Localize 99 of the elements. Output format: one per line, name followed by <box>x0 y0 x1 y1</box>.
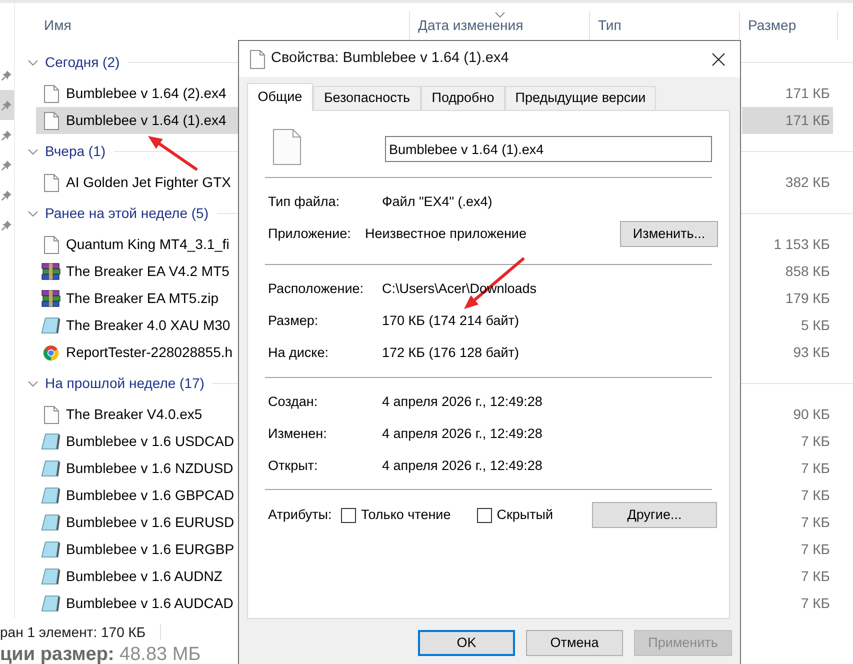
checkbox[interactable]: Только чтение <box>341 504 451 526</box>
notepad-icon <box>41 460 61 477</box>
file-item[interactable]: Bumblebee v 1.6 EURGBP <box>36 536 238 563</box>
pin-icon <box>1 190 12 200</box>
file-item[interactable]: The Breaker EA V4.2 MT5 <box>36 258 238 285</box>
property-label: Размер: <box>268 312 318 328</box>
notepad-icon <box>41 568 61 585</box>
pin-icon <box>1 100 12 110</box>
pin-icon <box>1 70 12 80</box>
property-value: Неизвестное приложение <box>365 224 526 243</box>
segmented-circle-icon <box>43 344 59 360</box>
file-item[interactable]: Quantum King MT4_3.1_fi <box>36 231 238 258</box>
property-value: 4 апреля 2026 г., 12:49:28 <box>382 424 542 443</box>
file-name-field[interactable]: Bumblebee v 1.64 (1).ex4 <box>385 136 712 162</box>
notepad-icon <box>41 541 61 558</box>
size-cell-text: 7 КБ <box>800 567 831 586</box>
checkbox[interactable]: Скрытый <box>476 504 554 526</box>
file-item[interactable]: Bumblebee v 1.6 GBPCAD <box>36 482 238 509</box>
size-cell-text: 179 КБ <box>784 289 831 308</box>
dialog-button[interactable]: Отмена <box>526 630 623 656</box>
file-item[interactable]: Bumblebee v 1.6 EURUSD <box>36 509 238 536</box>
file-item[interactable]: Bumblebee v 1.6 AUDCAD <box>36 590 238 617</box>
pin-icon <box>1 220 12 230</box>
file-item[interactable]: AI Golden Jet Fighter GTX <box>36 169 238 196</box>
size-cell-text: 7 КБ <box>800 540 831 559</box>
size-cell-text: 7 КБ <box>800 486 831 505</box>
book-stack-icon <box>41 263 61 280</box>
property-value: 172 КБ (176 128 байт) <box>382 344 519 362</box>
chevron-down-icon <box>28 380 38 386</box>
close-icon <box>712 52 724 66</box>
chevron-down-icon <box>28 60 38 66</box>
chevron-down-icon <box>28 210 38 216</box>
change-button[interactable]: Изменить... <box>620 221 718 247</box>
notepad-icon <box>41 317 61 334</box>
notepad-icon <box>41 595 61 612</box>
property-label: На диске: <box>268 344 328 360</box>
file-item[interactable]: Bumblebee v 1.64 (2).ex4 <box>36 80 238 107</box>
annotation-arrow <box>148 136 198 170</box>
background-text: ции размер: 48.83 МБ <box>0 645 202 664</box>
dialog-button[interactable]: OK <box>418 630 515 656</box>
file-icon <box>44 174 58 192</box>
file-icon <box>44 112 58 130</box>
tab[interactable]: Безопасность <box>313 86 421 110</box>
size-cell-text: 7 КБ <box>800 432 831 451</box>
file-icon <box>44 406 58 424</box>
file-item[interactable]: The Breaker 4.0 XAU M30 <box>36 312 238 339</box>
sort-caret-icon <box>494 12 504 18</box>
size-cell-text: 7 КБ <box>800 594 831 613</box>
file-item[interactable]: Bumblebee v 1.6 NZDUSD <box>36 455 238 482</box>
file-icon <box>44 84 58 102</box>
size-cell: 171 КБ <box>742 107 833 134</box>
size-cell-text: 7 КБ <box>800 459 831 478</box>
notepad-icon <box>41 433 61 450</box>
file-item[interactable]: Bumblebee v 1.6 AUDNZ <box>36 563 238 590</box>
property-label: Открыт: <box>268 458 318 473</box>
book-stack-icon <box>41 290 61 307</box>
file-item[interactable]: Bumblebee v 1.64 (1).ex4 <box>36 107 238 134</box>
advanced-button[interactable]: Другие... <box>592 502 717 528</box>
size-cell-text: 1 153 КБ <box>772 235 831 254</box>
file-icon <box>273 129 301 165</box>
size-cell-text: 5 КБ <box>800 316 831 335</box>
group-header[interactable]: На прошлой неделе (17) <box>28 373 204 394</box>
property-label: Изменен: <box>268 426 327 441</box>
property-label: Приложение: <box>268 226 351 241</box>
dialog-title: Свойства: Bumblebee v 1.64 (1).ex4 <box>271 49 509 68</box>
tab[interactable]: Общие <box>247 83 313 111</box>
tab[interactable]: Подробно <box>421 86 505 110</box>
notepad-icon <box>41 514 61 531</box>
chevron-down-icon <box>28 148 38 154</box>
group-header[interactable]: Ранее на этой неделе (5) <box>28 203 209 224</box>
size-cell-text: 171 КБ <box>784 84 831 103</box>
property-value: 4 апреля 2026 г., 12:49:28 <box>382 392 542 411</box>
size-cell-text: 382 КБ <box>784 173 831 192</box>
property-label: Создан: <box>268 394 318 409</box>
property-label: Тип файла: <box>268 194 340 209</box>
status-text: ран 1 элемент: 170 КБ <box>0 624 146 640</box>
property-value: Файл "EX4" (.ex4) <box>382 192 492 211</box>
file-item[interactable]: The Breaker EA MT5.zip <box>36 285 238 312</box>
file-item[interactable]: The Breaker V4.0.ex5 <box>36 401 238 428</box>
file-icon <box>44 236 58 254</box>
notepad-icon <box>41 487 61 504</box>
group-header[interactable]: Сегодня (2) <box>28 52 120 73</box>
size-cell-text: 93 КБ <box>792 343 831 362</box>
property-label: Расположение: <box>268 280 364 296</box>
pin-icon <box>1 130 12 140</box>
size-cell-text: 858 КБ <box>784 262 831 281</box>
file-icon <box>250 50 265 68</box>
property-value: 170 КБ (174 214 байт) <box>382 312 519 330</box>
group-header[interactable]: Вчера (1) <box>28 141 106 162</box>
nav-item[interactable] <box>0 90 14 120</box>
file-item[interactable]: Bumblebee v 1.6 USDCAD <box>36 428 238 455</box>
column-header[interactable]: Размер <box>740 11 838 40</box>
size-cell-text: 90 КБ <box>792 405 831 424</box>
pin-icon <box>1 160 12 170</box>
size-cell-text: 7 КБ <box>800 513 831 532</box>
property-label: Атрибуты: <box>268 506 332 522</box>
property-value: 4 апреля 2026 г., 12:49:28 <box>382 456 542 475</box>
file-item[interactable]: ReportTester-228028855.h <box>36 339 238 366</box>
tab[interactable]: Предыдущие версии <box>505 86 656 110</box>
